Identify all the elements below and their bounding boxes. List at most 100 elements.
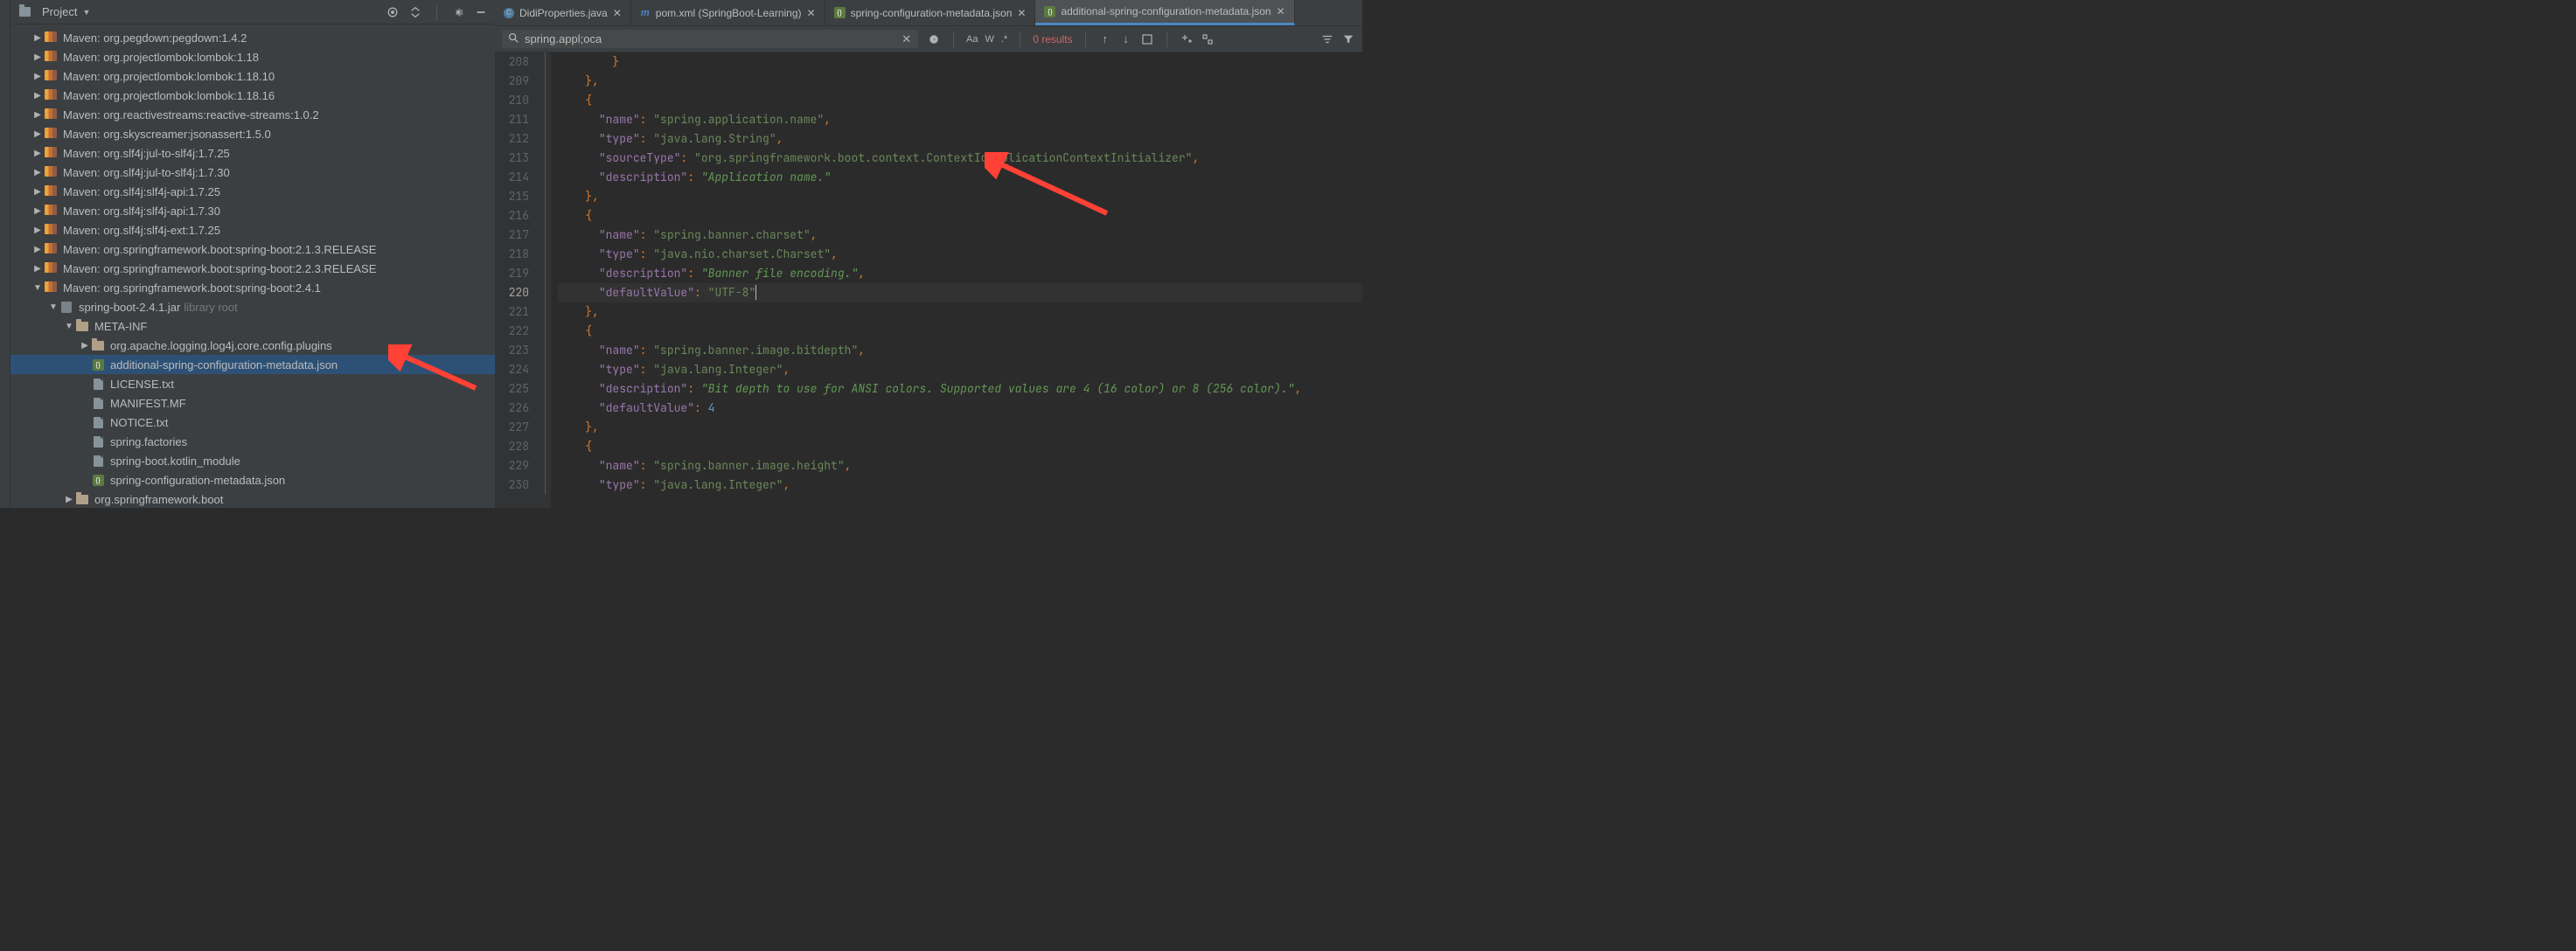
code-line[interactable]: { <box>558 91 1362 110</box>
tree-arrow-icon[interactable]: ▶ <box>33 110 42 120</box>
fold-marker[interactable] <box>539 187 551 206</box>
fold-marker[interactable] <box>539 476 551 495</box>
left-toolwindow-gutter[interactable] <box>0 0 10 508</box>
tree-item[interactable]: ▶Maven: org.reactivestreams:reactive-str… <box>10 105 495 124</box>
tree-arrow-icon[interactable]: ▼ <box>49 302 58 312</box>
tree-arrow-icon[interactable]: ▶ <box>33 264 42 274</box>
code-line[interactable]: "description": "Application name." <box>558 168 1362 187</box>
code-line[interactable]: } <box>558 52 1362 72</box>
fold-marker[interactable] <box>539 110 551 129</box>
close-icon[interactable]: ✕ <box>807 7 816 19</box>
code-line[interactable]: "sourceType": "org.springframework.boot.… <box>558 149 1362 168</box>
tree-arrow-icon[interactable]: ▶ <box>80 341 89 351</box>
tree-item[interactable]: ▶org.apache.logging.log4j.core.config.pl… <box>10 336 495 355</box>
fold-marker[interactable] <box>539 379 551 399</box>
tree-arrow-icon[interactable]: ▶ <box>33 245 42 254</box>
tree-item[interactable]: ▶Maven: org.projectlombok:lombok:1.18.16 <box>10 86 495 105</box>
fold-marker[interactable] <box>539 418 551 437</box>
filter-icon[interactable] <box>1341 32 1355 46</box>
down-arrow-icon[interactable]: ↓ <box>1119 32 1133 46</box>
fold-marker[interactable] <box>539 341 551 360</box>
tree-item[interactable]: ▼spring-boot-2.4.1.jarlibrary root <box>10 297 495 316</box>
tree-arrow-icon[interactable]: ▶ <box>33 129 42 139</box>
code-line[interactable]: "name": "spring.banner.image.bitdepth", <box>558 341 1362 360</box>
code-line[interactable]: "name": "spring.banner.charset", <box>558 226 1362 245</box>
code-line[interactable]: "name": "spring.banner.image.height", <box>558 456 1362 476</box>
code-line[interactable]: "description": "Bit depth to use for ANS… <box>558 379 1362 399</box>
fold-marker[interactable] <box>539 245 551 264</box>
code-line[interactable]: }, <box>558 418 1362 437</box>
tree-item[interactable]: {}spring-configuration-metadata.json <box>10 470 495 489</box>
code-line[interactable]: "type": "java.lang.Integer", <box>558 360 1362 379</box>
fold-marker[interactable] <box>539 360 551 379</box>
close-icon[interactable]: ✕ <box>613 7 622 19</box>
editor-tab[interactable]: CDidiProperties.java✕ <box>495 0 631 25</box>
tree-item[interactable]: ▼Maven: org.springframework.boot:spring-… <box>10 278 495 297</box>
code-line[interactable]: }, <box>558 302 1362 322</box>
fold-marker[interactable] <box>539 456 551 476</box>
fold-marker[interactable] <box>539 206 551 226</box>
tree-item[interactable]: ▶org.springframework.boot <box>10 489 495 508</box>
tree-arrow-icon[interactable]: ▶ <box>33 52 42 62</box>
expand-all-icon[interactable] <box>408 5 422 19</box>
tree-item[interactable]: {}additional-spring-configuration-metada… <box>10 355 495 374</box>
code-line[interactable]: "name": "spring.application.name", <box>558 110 1362 129</box>
code-line[interactable]: "defaultValue": "UTF-8" <box>558 283 1362 302</box>
tree-item[interactable]: ▶Maven: org.projectlombok:lombok:1.18 <box>10 47 495 66</box>
fold-marker[interactable] <box>539 283 551 302</box>
add-selection-icon[interactable] <box>1180 32 1194 46</box>
tree-item[interactable]: ▶Maven: org.slf4j:slf4j-api:1.7.25 <box>10 182 495 201</box>
tree-item[interactable]: ▶Maven: org.springframework.boot:spring-… <box>10 239 495 259</box>
fold-marker[interactable] <box>539 168 551 187</box>
fold-marker[interactable] <box>539 72 551 91</box>
tree-arrow-icon[interactable]: ▶ <box>33 91 42 101</box>
tree-item[interactable]: ▶Maven: org.skyscreamer:jsonassert:1.5.0 <box>10 124 495 143</box>
tree-arrow-icon[interactable]: ▶ <box>33 187 42 197</box>
tree-arrow-icon[interactable]: ▶ <box>33 206 42 216</box>
tree-item[interactable]: spring-boot.kotlin_module <box>10 451 495 470</box>
tree-arrow-icon[interactable]: ▼ <box>65 322 73 331</box>
fold-marker[interactable] <box>539 129 551 149</box>
select-opened-file-icon[interactable] <box>386 5 400 19</box>
tree-item[interactable]: MANIFEST.MF <box>10 393 495 413</box>
fold-marker[interactable] <box>539 264 551 283</box>
editor-tab[interactable]: {}spring-configuration-metadata.json✕ <box>825 0 1036 25</box>
fold-marker[interactable] <box>539 226 551 245</box>
tree-item[interactable]: ▶Maven: org.slf4j:jul-to-slf4j:1.7.25 <box>10 143 495 163</box>
tree-arrow-icon[interactable]: ▶ <box>33 168 42 177</box>
fold-marker[interactable] <box>539 399 551 418</box>
fold-marker[interactable] <box>539 149 551 168</box>
tree-arrow-icon[interactable]: ▼ <box>33 283 42 293</box>
code-area[interactable]: } }, { "name": "spring.application.name"… <box>551 52 1362 508</box>
tree-item[interactable]: LICENSE.txt <box>10 374 495 393</box>
tree-item[interactable]: ▼META-INF <box>10 316 495 336</box>
code-line[interactable]: }, <box>558 72 1362 91</box>
tree-item[interactable]: ▶Maven: org.slf4j:slf4j-ext:1.7.25 <box>10 220 495 239</box>
regex-icon[interactable]: .* <box>1001 32 1007 46</box>
tree-arrow-icon[interactable]: ▶ <box>65 495 73 504</box>
words-icon[interactable]: W <box>985 32 993 46</box>
code-line[interactable]: "defaultValue": 4 <box>558 399 1362 418</box>
clear-search-icon[interactable]: ✕ <box>900 32 913 46</box>
fold-marker[interactable] <box>539 322 551 341</box>
fold-gutter[interactable] <box>539 52 551 508</box>
fold-marker[interactable] <box>539 437 551 456</box>
tree-item[interactable]: ▶Maven: org.projectlombok:lombok:1.18.10 <box>10 66 495 86</box>
code-line[interactable]: { <box>558 437 1362 456</box>
tree-item[interactable]: spring.factories <box>10 432 495 451</box>
tree-arrow-icon[interactable]: ▶ <box>33 72 42 81</box>
code-line[interactable]: { <box>558 322 1362 341</box>
sidebar-title[interactable]: Project ▼ <box>17 5 386 18</box>
tree-item[interactable]: ▶Maven: org.springframework.boot:spring-… <box>10 259 495 278</box>
filter-options-icon[interactable] <box>1320 32 1334 46</box>
select-all-occurrences-icon[interactable] <box>1201 32 1215 46</box>
search-input[interactable] <box>525 32 895 45</box>
code-line[interactable]: "type": "java.lang.Integer", <box>558 476 1362 495</box>
code-line[interactable]: "description": "Banner file encoding.", <box>558 264 1362 283</box>
fold-marker[interactable] <box>539 302 551 322</box>
code-line[interactable]: }, <box>558 187 1362 206</box>
close-icon[interactable]: ✕ <box>1017 7 1026 19</box>
code-line[interactable]: { <box>558 206 1362 226</box>
code-line[interactable]: "type": "java.lang.String", <box>558 129 1362 149</box>
match-case-icon[interactable]: Aa <box>966 32 978 46</box>
